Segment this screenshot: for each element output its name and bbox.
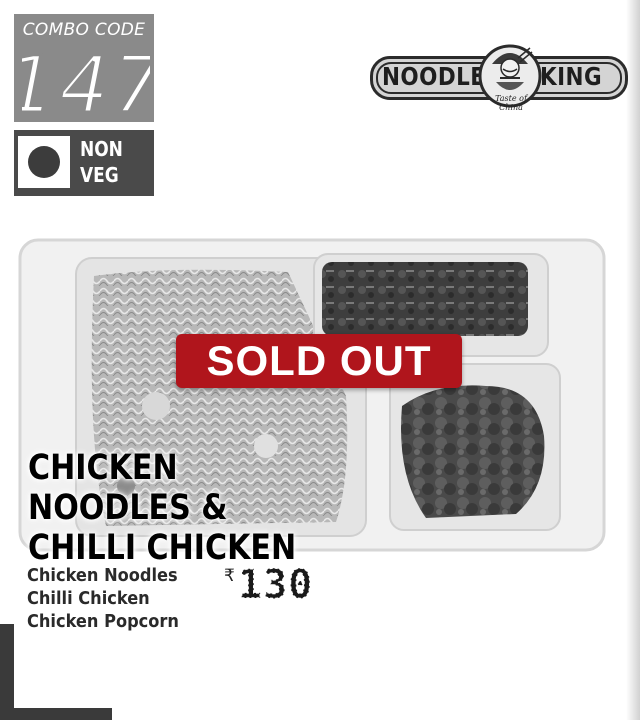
dish-title-line2: CHILLI CHICKEN bbox=[28, 528, 297, 568]
noodle-king-logo: NOODLE KING Taste of China bbox=[368, 38, 628, 114]
dish-title: CHICKEN NOODLES & CHILLI CHICKEN bbox=[28, 448, 338, 568]
diet-label-line2: VEG bbox=[80, 163, 119, 187]
logo-word-noodle: NOODLE bbox=[382, 62, 486, 91]
combo-code-label: COMBO CODE bbox=[22, 20, 146, 40]
non-veg-dot-icon bbox=[28, 146, 60, 178]
list-item: Chicken Popcorn bbox=[27, 611, 179, 632]
rupee-symbol: ₹ bbox=[224, 566, 235, 586]
diet-label: NON VEG bbox=[80, 136, 123, 188]
combo-code-number: 147 bbox=[22, 40, 150, 124]
corner-accent-horizontal bbox=[0, 708, 112, 720]
corner-accent-vertical bbox=[0, 624, 14, 720]
price-amount: 130 bbox=[238, 564, 313, 604]
price: ₹ 130 bbox=[224, 564, 344, 604]
dish-title-line1: CHICKEN NOODLES & bbox=[28, 448, 228, 528]
diet-label-line1: NON bbox=[80, 137, 123, 161]
list-item: Chilli Chicken bbox=[27, 588, 150, 609]
logo-word-king: KING bbox=[540, 62, 603, 91]
svg-text:147: 147 bbox=[22, 41, 150, 124]
list-item: Chicken Noodles bbox=[27, 565, 178, 586]
logo-tagline: Taste of China bbox=[495, 94, 527, 112]
svg-text:130: 130 bbox=[238, 564, 313, 604]
right-edge-shadow bbox=[626, 0, 640, 720]
sold-out-badge: SOLD OUT bbox=[176, 334, 462, 388]
combo-code-box: COMBO CODE 147 bbox=[14, 14, 154, 124]
diet-indicator: NON VEG bbox=[14, 130, 154, 196]
non-veg-symbol-icon bbox=[18, 136, 70, 188]
combo-item-list: Chicken Noodles Chilli Chicken Chicken P… bbox=[27, 564, 227, 633]
